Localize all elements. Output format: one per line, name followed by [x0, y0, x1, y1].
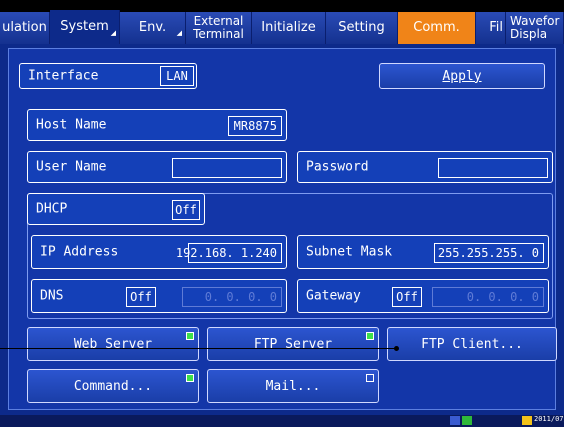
tab-bar: ulation System ◢ Env. ◢ External Terminal I… — [0, 0, 564, 44]
tab-label: Setting — [338, 20, 385, 35]
status-led-icon — [366, 374, 374, 382]
mail-button[interactable]: Mail... — [207, 369, 379, 403]
tab-simulation[interactable]: ulation — [0, 12, 50, 44]
web-server-label: Web Server — [73, 336, 153, 352]
ftp-server-button[interactable]: FTP Server — [207, 327, 379, 361]
interface-label: Interface — [28, 68, 99, 84]
ftp-server-label: FTP Server — [253, 336, 333, 352]
usb-icon — [462, 416, 472, 425]
subnet-mask-label: Subnet Mask — [306, 244, 393, 260]
tab-initialize[interactable]: Initialize — [252, 12, 326, 44]
tab-label: Fil — [489, 20, 503, 35]
status-led-icon — [366, 332, 374, 340]
user-name-row: User Name — [27, 151, 287, 183]
ip-address-field[interactable]: 192.168. 1.240 — [176, 243, 282, 263]
status-led-icon — [186, 374, 194, 382]
tab-label: System — [60, 19, 109, 34]
user-name-label: User Name — [36, 159, 107, 175]
interface-row: Interface LAN — [19, 63, 197, 89]
callout-line — [0, 348, 398, 349]
tab-system[interactable]: System ◢ — [50, 10, 120, 44]
comm-settings-panel: Interface LAN Apply Host Name MR8875 Use… — [8, 48, 557, 410]
gateway-row: Gateway Off 0. 0. 0. 0 — [297, 279, 549, 313]
ip-address-label: IP Address — [40, 244, 119, 260]
command-button[interactable]: Command... — [27, 369, 199, 403]
status-bar: 2011/07/ — [0, 415, 564, 427]
dropdown-triangle-icon: ◢ — [110, 29, 116, 37]
password-label: Password — [306, 159, 369, 175]
tab-label: Initialize — [261, 20, 316, 35]
interface-select[interactable]: LAN — [160, 66, 194, 86]
screen: ulation System ◢ Env. ◢ External Terminal I… — [0, 0, 564, 427]
mail-label: Mail... — [265, 378, 321, 394]
tab-label-line2: Displa — [510, 27, 548, 41]
ftp-client-button[interactable]: FTP Client... — [387, 327, 557, 361]
dns-label: DNS — [40, 288, 64, 304]
tab-setting[interactable]: Setting — [326, 12, 398, 44]
password-row: Password — [297, 151, 553, 183]
password-field[interactable] — [438, 158, 548, 178]
dhcp-row: DHCP Off — [27, 193, 205, 225]
tab-env[interactable]: Env. ◢ — [120, 12, 186, 44]
ip-address-row: IP Address 192.168. 1.240 — [31, 235, 287, 269]
gateway-field[interactable]: 0. 0. 0. 0 — [432, 287, 544, 307]
tab-file[interactable]: Fil — [476, 12, 506, 44]
gateway-label: Gateway — [306, 288, 361, 304]
tab-label: ulation — [2, 20, 47, 35]
host-name-row: Host Name MR8875 — [27, 109, 287, 141]
subnet-mask-field[interactable]: 255.255.255. 0 — [434, 243, 544, 263]
tab-external-terminal[interactable]: External Terminal — [186, 12, 252, 44]
callout-dot-icon — [394, 346, 399, 351]
dns-toggle[interactable]: Off — [126, 287, 156, 307]
tab-label: Env. — [138, 20, 167, 35]
tab-comm[interactable]: Comm. — [398, 12, 476, 44]
sd-card-icon — [450, 416, 460, 425]
dns-row: DNS Off 0. 0. 0. 0 — [31, 279, 287, 313]
apply-button[interactable]: Apply — [379, 63, 545, 89]
command-label: Command... — [73, 378, 153, 394]
dns-field[interactable]: 0. 0. 0. 0 — [182, 287, 282, 307]
host-name-label: Host Name — [36, 117, 107, 133]
gateway-toggle[interactable]: Off — [392, 287, 422, 307]
dhcp-toggle[interactable]: Off — [172, 200, 200, 220]
tab-label: Comm. — [413, 20, 460, 35]
tab-label-line2: Terminal — [193, 27, 244, 41]
web-server-button[interactable]: Web Server — [27, 327, 199, 361]
clock-text: 2011/07/ — [534, 415, 564, 423]
user-name-field[interactable] — [172, 158, 282, 178]
battery-icon — [522, 416, 532, 425]
status-led-icon — [186, 332, 194, 340]
host-name-field[interactable]: MR8875 — [228, 116, 282, 136]
dropdown-triangle-icon: ◢ — [176, 29, 182, 37]
dhcp-label: DHCP — [36, 201, 68, 217]
tab-waveform-display[interactable]: Wavefor Displa — [506, 12, 564, 44]
subnet-mask-row: Subnet Mask 255.255.255. 0 — [297, 235, 549, 269]
ftp-client-label: FTP Client... — [421, 336, 523, 352]
